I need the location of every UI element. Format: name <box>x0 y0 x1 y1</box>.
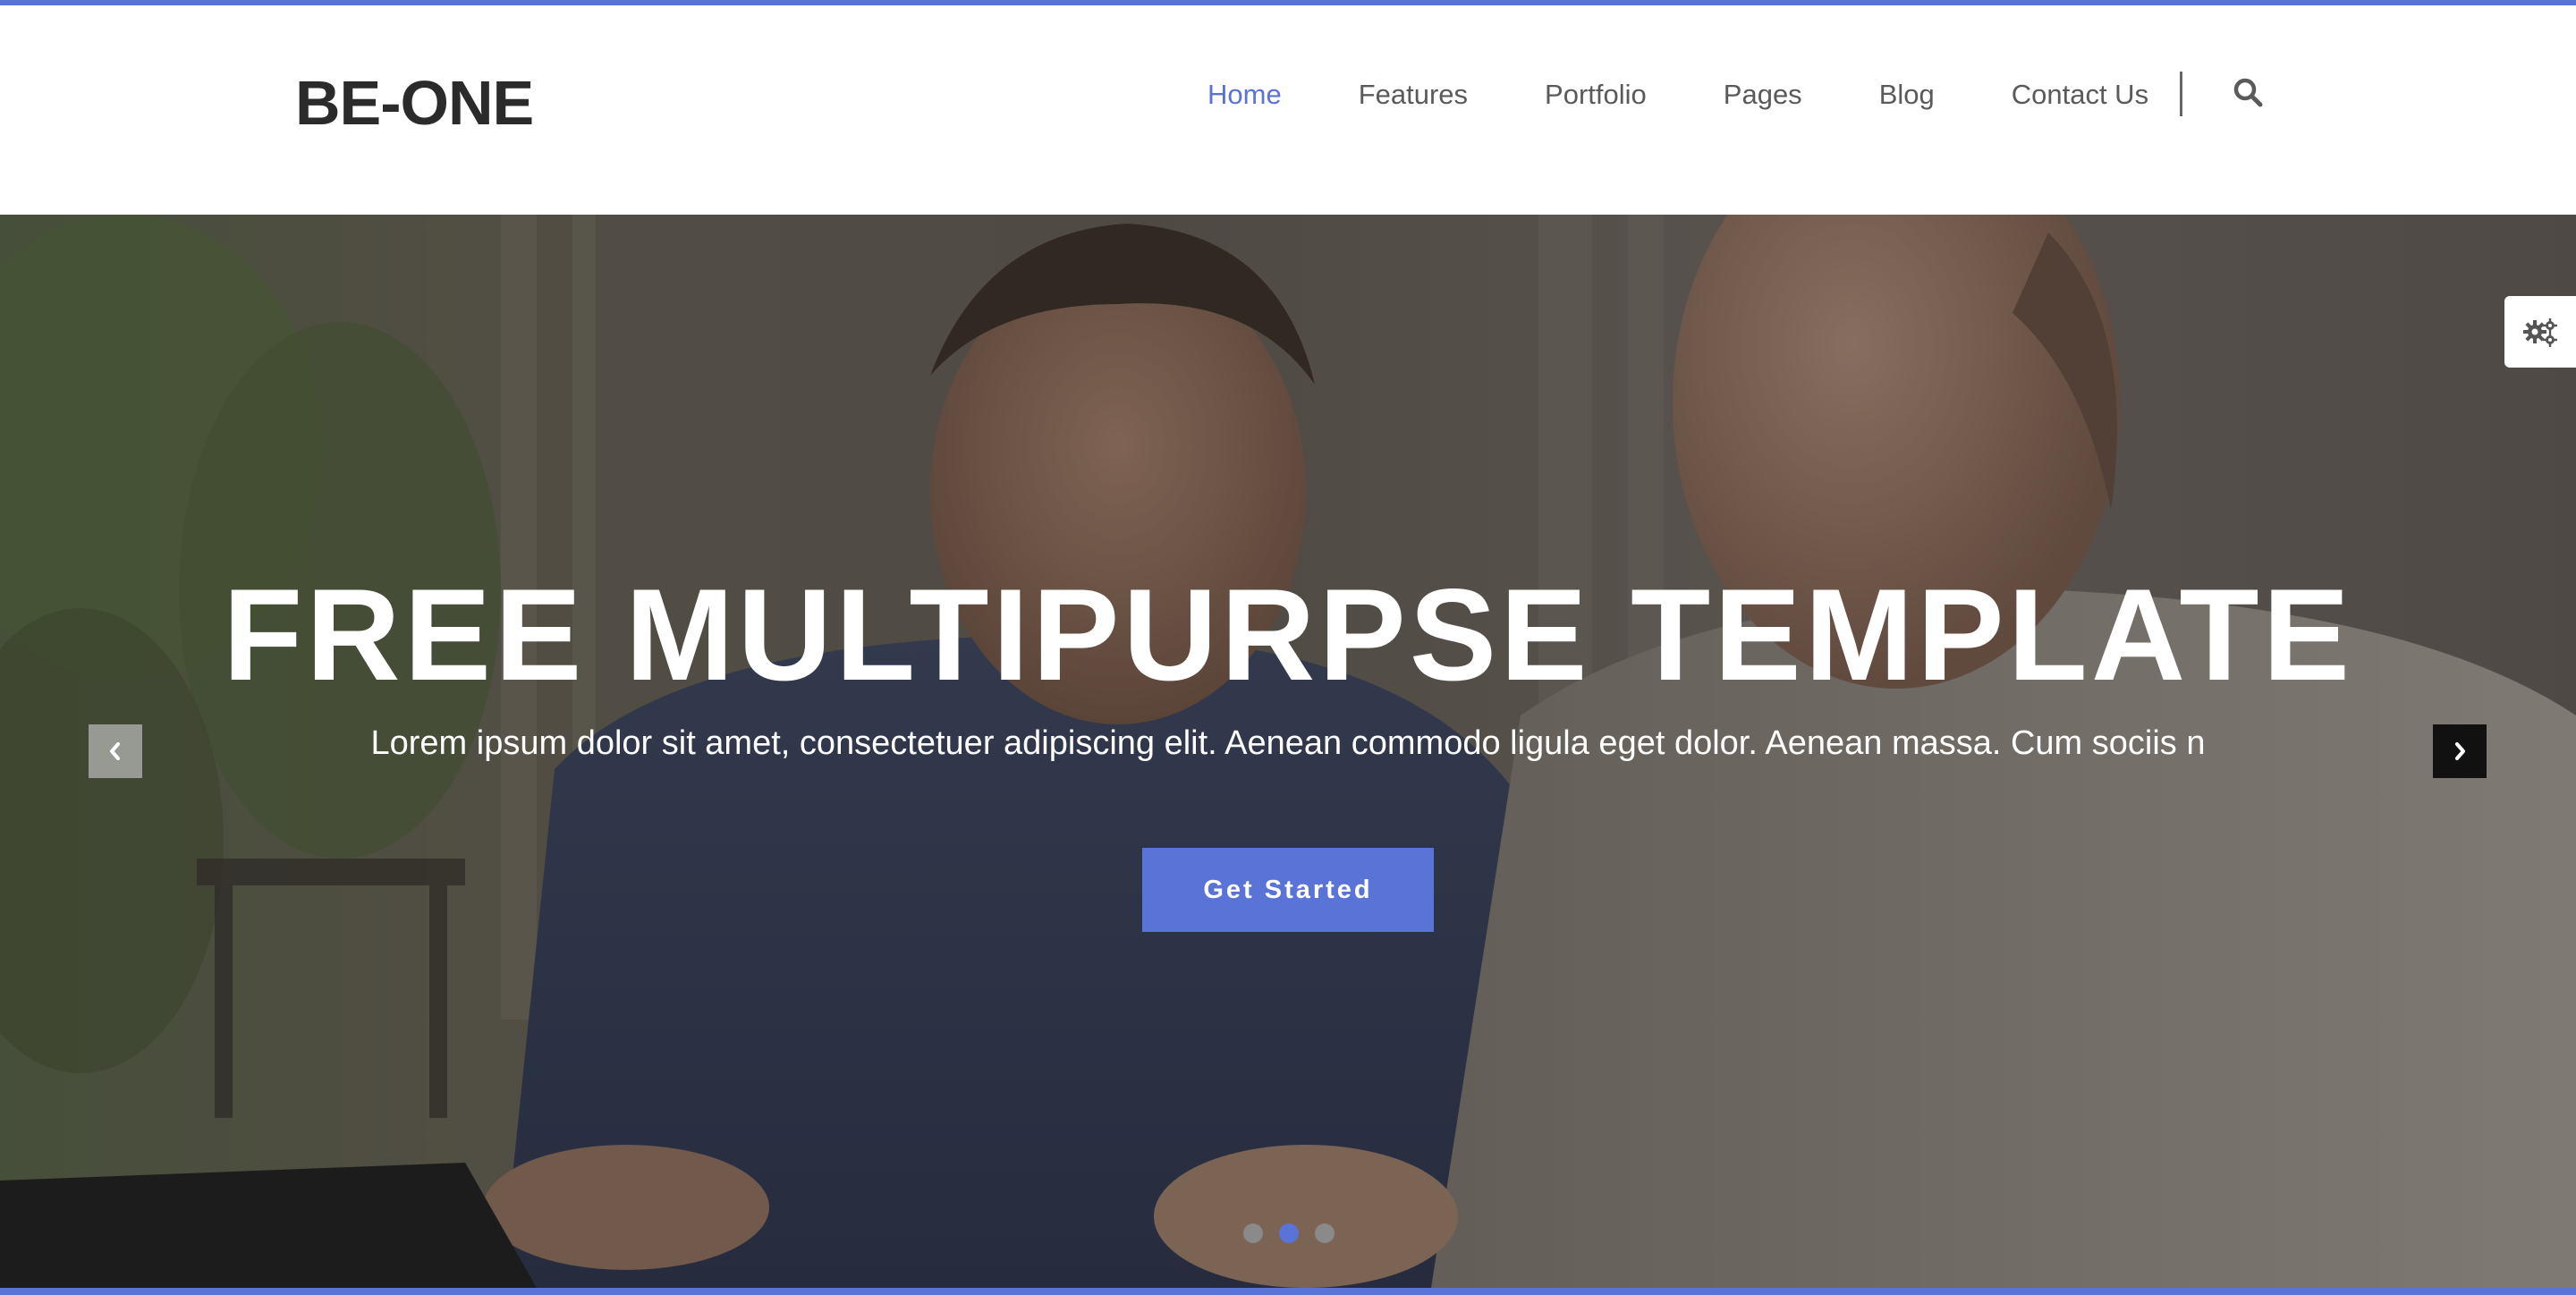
hero-slider: FREE MULTIPURPSE TEMPLATE Lorem ipsum do… <box>0 215 2576 1288</box>
slider-dots <box>1243 1223 1351 1243</box>
main-nav: Home Features Portfolio Pages Blog Conta… <box>1208 68 2225 122</box>
settings-panel-toggle[interactable] <box>2504 296 2576 368</box>
nav-item-home[interactable]: Home <box>1208 79 1282 111</box>
slider-dot-1[interactable] <box>1243 1223 1263 1243</box>
site-header: BE-ONE Home Features Portfolio Pages Blo… <box>0 5 2576 215</box>
hero-title: FREE MULTIPURPSE TEMPLATE <box>223 562 2353 707</box>
slider-prev-button[interactable] <box>89 724 142 778</box>
nav-item-pages[interactable]: Pages <box>1724 79 1802 111</box>
nav-item-portfolio[interactable]: Portfolio <box>1545 79 1647 111</box>
nav-item-blog[interactable]: Blog <box>1879 79 1935 111</box>
chevron-right-icon <box>2455 742 2465 760</box>
site-logo[interactable]: BE-ONE <box>295 63 534 143</box>
nav-item-contact-us[interactable]: Contact Us <box>2012 79 2148 111</box>
gears-icon <box>2523 318 2557 347</box>
hero-subtitle: Lorem ipsum dolor sit amet, consectetuer… <box>370 724 2206 762</box>
nav-divider <box>2180 72 2182 116</box>
get-started-button[interactable]: Get Started <box>1142 848 1434 932</box>
nav-item-features[interactable]: Features <box>1359 79 1468 111</box>
bottom-accent-border <box>0 1288 2576 1295</box>
chevron-left-icon <box>110 742 120 760</box>
search-icon <box>2233 78 2263 107</box>
slider-dot-3[interactable] <box>1315 1223 1335 1243</box>
slider-next-button[interactable] <box>2433 724 2487 778</box>
slider-dot-2[interactable] <box>1279 1223 1299 1243</box>
search-button[interactable] <box>2233 77 2265 109</box>
